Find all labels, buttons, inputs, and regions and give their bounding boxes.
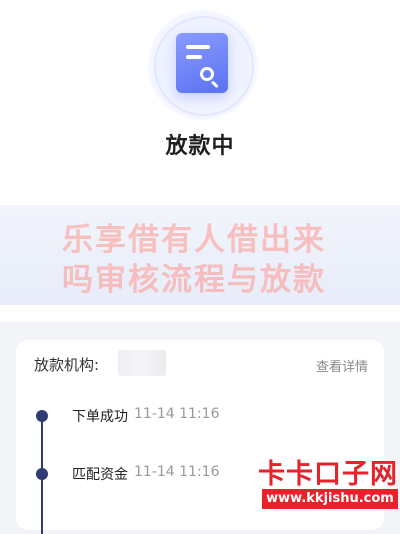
org-label: 放款机构: bbox=[34, 356, 100, 374]
watermark-line-1: 乐享借有人借出来 bbox=[62, 222, 326, 258]
timeline-step-time: 11-14 11:16 bbox=[134, 406, 220, 422]
watermark-line-2: 吗审核流程与放款 bbox=[62, 262, 326, 298]
timeline-step-label: 匹配资金 bbox=[72, 467, 128, 483]
site-watermark-url: www.kkjishu.com bbox=[262, 489, 398, 509]
site-watermark-logo: 卡卡口子网 bbox=[258, 459, 398, 490]
timeline-dot bbox=[36, 410, 48, 422]
overlay-watermark-text: 乐享借有人借出来 吗审核流程与放款 bbox=[62, 220, 362, 300]
timeline-step-time: 11-14 11:16 bbox=[134, 464, 220, 480]
org-value-blurred bbox=[118, 350, 166, 376]
document-search-icon bbox=[176, 33, 228, 93]
timeline-dot bbox=[36, 468, 48, 480]
view-details-link[interactable]: 查看详情 bbox=[316, 356, 368, 375]
timeline-step-label: 下单成功 bbox=[72, 409, 128, 425]
status-title: 放款中 bbox=[165, 134, 235, 159]
